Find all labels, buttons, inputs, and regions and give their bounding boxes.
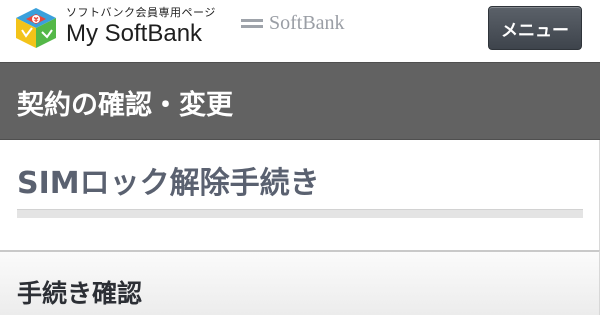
softbank-name: SoftBank	[269, 12, 345, 34]
menu-button[interactable]: メニュー	[488, 6, 582, 50]
subsection-title: 手続き確認	[17, 279, 143, 308]
subsection-header: 手続き確認	[0, 250, 600, 315]
section-bar: 契約の確認・変更	[0, 62, 600, 140]
softbank-brand: SoftBank	[241, 12, 345, 35]
softbank-bars-icon	[241, 16, 263, 31]
logo-text[interactable]: ソフトバンク会員専用ページ My SoftBank	[66, 6, 216, 49]
logo-tagline: ソフトバンク会員専用ページ	[66, 6, 216, 19]
section-title: 契約の確認・変更	[17, 90, 233, 121]
site-header: ¥ ソフトバンク会員専用ページ My SoftBank SoftBank メニュ…	[0, 0, 600, 62]
page-heading: SIMロック解除手続き	[17, 166, 320, 201]
yen-block-logo-icon[interactable]: ¥	[14, 6, 58, 50]
main-content: SIMロック解除手続き	[0, 140, 600, 250]
divider	[17, 209, 583, 218]
svg-text:¥: ¥	[34, 16, 39, 24]
page: ¥ ソフトバンク会員専用ページ My SoftBank SoftBank メニュ…	[0, 0, 600, 315]
logo-title: My SoftBank	[66, 20, 203, 47]
